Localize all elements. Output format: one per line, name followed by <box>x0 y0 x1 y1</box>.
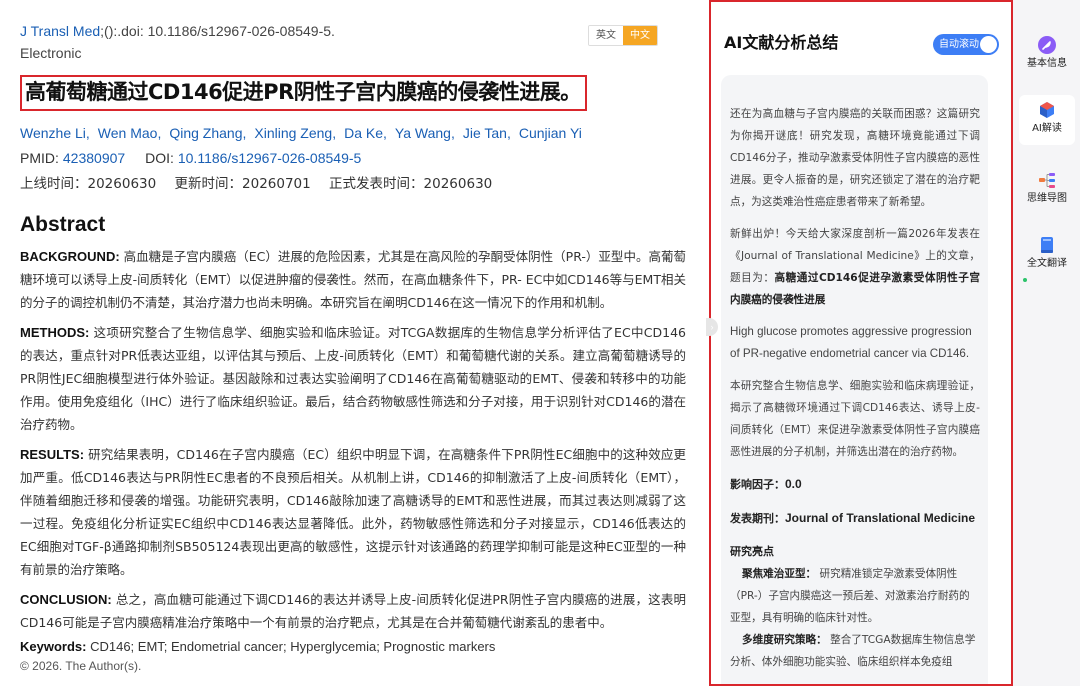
publish-date: 正式发表时间：20260630 <box>329 176 493 192</box>
results-label: RESULTS: <box>20 447 85 462</box>
results-section: RESULTS: 研究结果表明，CD146在子宫内膜癌（EC）组织中明显下调，在… <box>20 443 686 581</box>
cube-icon <box>1040 102 1054 118</box>
auto-scroll-label: 自动滚动 <box>939 39 979 50</box>
pmid-label: PMID: <box>20 150 59 166</box>
mind-map-button[interactable]: 思维导图 <box>1019 165 1075 215</box>
book-icon <box>1041 237 1053 253</box>
lang-chinese-button[interactable]: 中文 <box>623 26 657 45</box>
pmid-link[interactable]: 42380907 <box>63 150 125 166</box>
summary-intro: 还在为高血糖与子宫内膜癌的关联而困惑？这篇研究为你揭开谜底！研究发现，高糖环境竟… <box>730 108 980 208</box>
highlight-label: 聚焦难治亚型： <box>742 568 817 580</box>
citation-line: J Transl Med;():.doi: 10.1186/s12967-026… <box>20 20 686 42</box>
journal-field-value: Journal of Translational Medicine <box>785 511 976 525</box>
ai-panel-header: AI文献分析总结 自动滚动 <box>711 2 1011 72</box>
results-text: 研究结果表明，CD146在子宫内膜癌（EC）组织中明显下调，在高糖条件下PR阴性… <box>20 447 686 577</box>
highlight-label: 多维度研究策略： <box>742 634 827 646</box>
keywords-label: Keywords: <box>20 639 87 654</box>
copyright: © 2026. The Author(s). <box>20 659 142 673</box>
ai-read-label: AI解读 <box>1032 123 1062 134</box>
author-link[interactable]: Xinling Zeng, <box>254 123 336 143</box>
lang-english-button[interactable]: 英文 <box>589 26 623 45</box>
identifier-row: PMID: 42380907 DOI: 10.1186/s12967-026-085… <box>20 148 686 168</box>
basic-info-button[interactable]: 基本信息 <box>1019 30 1075 80</box>
keywords-text: CD146; EMT; Endometrial cancer; Hypergly… <box>86 639 496 654</box>
conclusion-label: CONCLUSION: <box>20 592 112 607</box>
doi-link[interactable]: 10.1186/s12967-026-08549-5 <box>178 150 361 166</box>
author-link[interactable]: Jie Tan, <box>463 123 511 143</box>
summary-overview: 本研究整合生物信息学、细胞实验和临床病理验证，揭示了高糖微环境通过下调CD146… <box>730 380 980 458</box>
highlights-heading: 研究亮点 <box>730 545 774 558</box>
publication-type: Electronic <box>20 45 82 61</box>
article-title: 高葡萄糖通过CD146促进PR阴性子宫内膜癌的侵袭性进展。 <box>20 75 587 111</box>
ai-panel-title: AI文献分析总结 <box>724 33 839 52</box>
background-text: 高血糖是子宫内膜癌（EC）进展的危险因素，尤其是在高风险的孕酮受体阴性（PR-）… <box>20 249 686 310</box>
date-row: 上线时间：20260630 更新时间：20260701 正式发表时间：20260… <box>20 174 686 194</box>
background-section: BACKGROUND: 高血糖是子宫内膜癌（EC）进展的危险因素，尤其是在高风险… <box>20 245 686 314</box>
journal-field: 发表期刊：Journal of Translational Medicine <box>730 507 980 530</box>
update-date: 更新时间：20260701 <box>174 176 311 192</box>
abstract-heading: Abstract <box>20 213 106 236</box>
journal-field-label: 发表期刊： <box>730 512 785 525</box>
background-label: BACKGROUND: <box>20 249 120 264</box>
impact-factor: 影响因子：0.0 <box>730 473 980 496</box>
keywords-row: Keywords: CD146; EMT; Endometrial cancer… <box>20 637 686 657</box>
conclusion-text: 总之，高血糖可能通过下调CD146的表达并诱导上皮-间质转化促进PR阴性子宫内膜… <box>20 592 686 630</box>
conclusion-section: CONCLUSION: 总之，高血糖可能通过下调CD146的表达并诱导上皮-间质… <box>20 588 686 634</box>
auto-scroll-toggle[interactable]: 自动滚动 <box>933 34 999 55</box>
full-translate-button[interactable]: 全文翻译 <box>1019 230 1075 280</box>
mind-map-label: 思维导图 <box>1027 193 1067 204</box>
basic-info-label: 基本信息 <box>1027 58 1067 69</box>
author-link[interactable]: Qing Zhang, <box>169 123 246 143</box>
author-link[interactable]: Wen Mao, <box>98 123 162 143</box>
chevron-right-icon: › <box>710 321 714 332</box>
methods-section: METHODS: 这项研究整合了生物信息学、细胞实验和临床验证。对TCGA数据库… <box>20 321 686 436</box>
mind-map-icon <box>1039 173 1055 188</box>
language-toggle: 英文 中文 <box>588 25 658 46</box>
summary-english-title: High glucose promotes aggressive progres… <box>730 325 972 360</box>
citation-doi: ;():.doi: 10.1186/s12967-026-08549-5. <box>100 23 335 39</box>
status-dot <box>1023 278 1027 282</box>
online-date: 上线时间：20260630 <box>20 176 157 192</box>
impact-factor-value: 0.0 <box>785 477 802 491</box>
article-pane: J Transl Med;():.doi: 10.1186/s12967-026… <box>0 0 700 686</box>
journal-link[interactable]: J Transl Med <box>20 23 100 39</box>
toggle-knob <box>980 36 997 53</box>
author-link[interactable]: Ya Wang, <box>395 123 455 143</box>
ai-summary-panel: AI文献分析总结 自动滚动 还在为高血糖与子宫内膜癌的关联而困惑？这篇研究为你揭… <box>709 0 1013 686</box>
full-translate-label: 全文翻译 <box>1027 258 1067 269</box>
highlight-item: 聚焦难治亚型： 研究精准锁定孕激素受体阴性（PR-）子宫内膜癌这一预后差、对激素… <box>730 563 980 629</box>
feather-icon <box>1038 36 1056 54</box>
summary-article-intro: 新鲜出炉！今天给大家深度剖析一篇2026年发表在《Journal of Tran… <box>730 223 980 311</box>
side-toolbar: 基本信息 AI解读 思维导图 全文翻译 <box>1013 0 1080 686</box>
ai-read-button[interactable]: AI解读 <box>1019 95 1075 145</box>
author-list: Wenzhe Li, Wen Mao, Qing Zhang, Xinling … <box>20 123 686 143</box>
ai-summary-body: 还在为高血糖与子宫内膜癌的关联而困惑？这篇研究为你揭开谜底！研究发现，高糖环境竟… <box>721 75 988 684</box>
author-link[interactable]: Wenzhe Li, <box>20 123 90 143</box>
author-link[interactable]: Cunjian Yi <box>519 123 582 143</box>
doi-label: DOI: <box>145 150 174 166</box>
impact-factor-label: 影响因子： <box>730 478 785 491</box>
methods-label: METHODS: <box>20 325 90 340</box>
methods-text: 这项研究整合了生物信息学、细胞实验和临床验证。对TCGA数据库的生物信息学分析评… <box>20 325 686 432</box>
highlight-item: 多维度研究策略： 整合了TCGA数据库生物信息学分析、体外细胞功能实验、临床组织… <box>730 629 980 673</box>
author-link[interactable]: Da Ke, <box>344 123 387 143</box>
